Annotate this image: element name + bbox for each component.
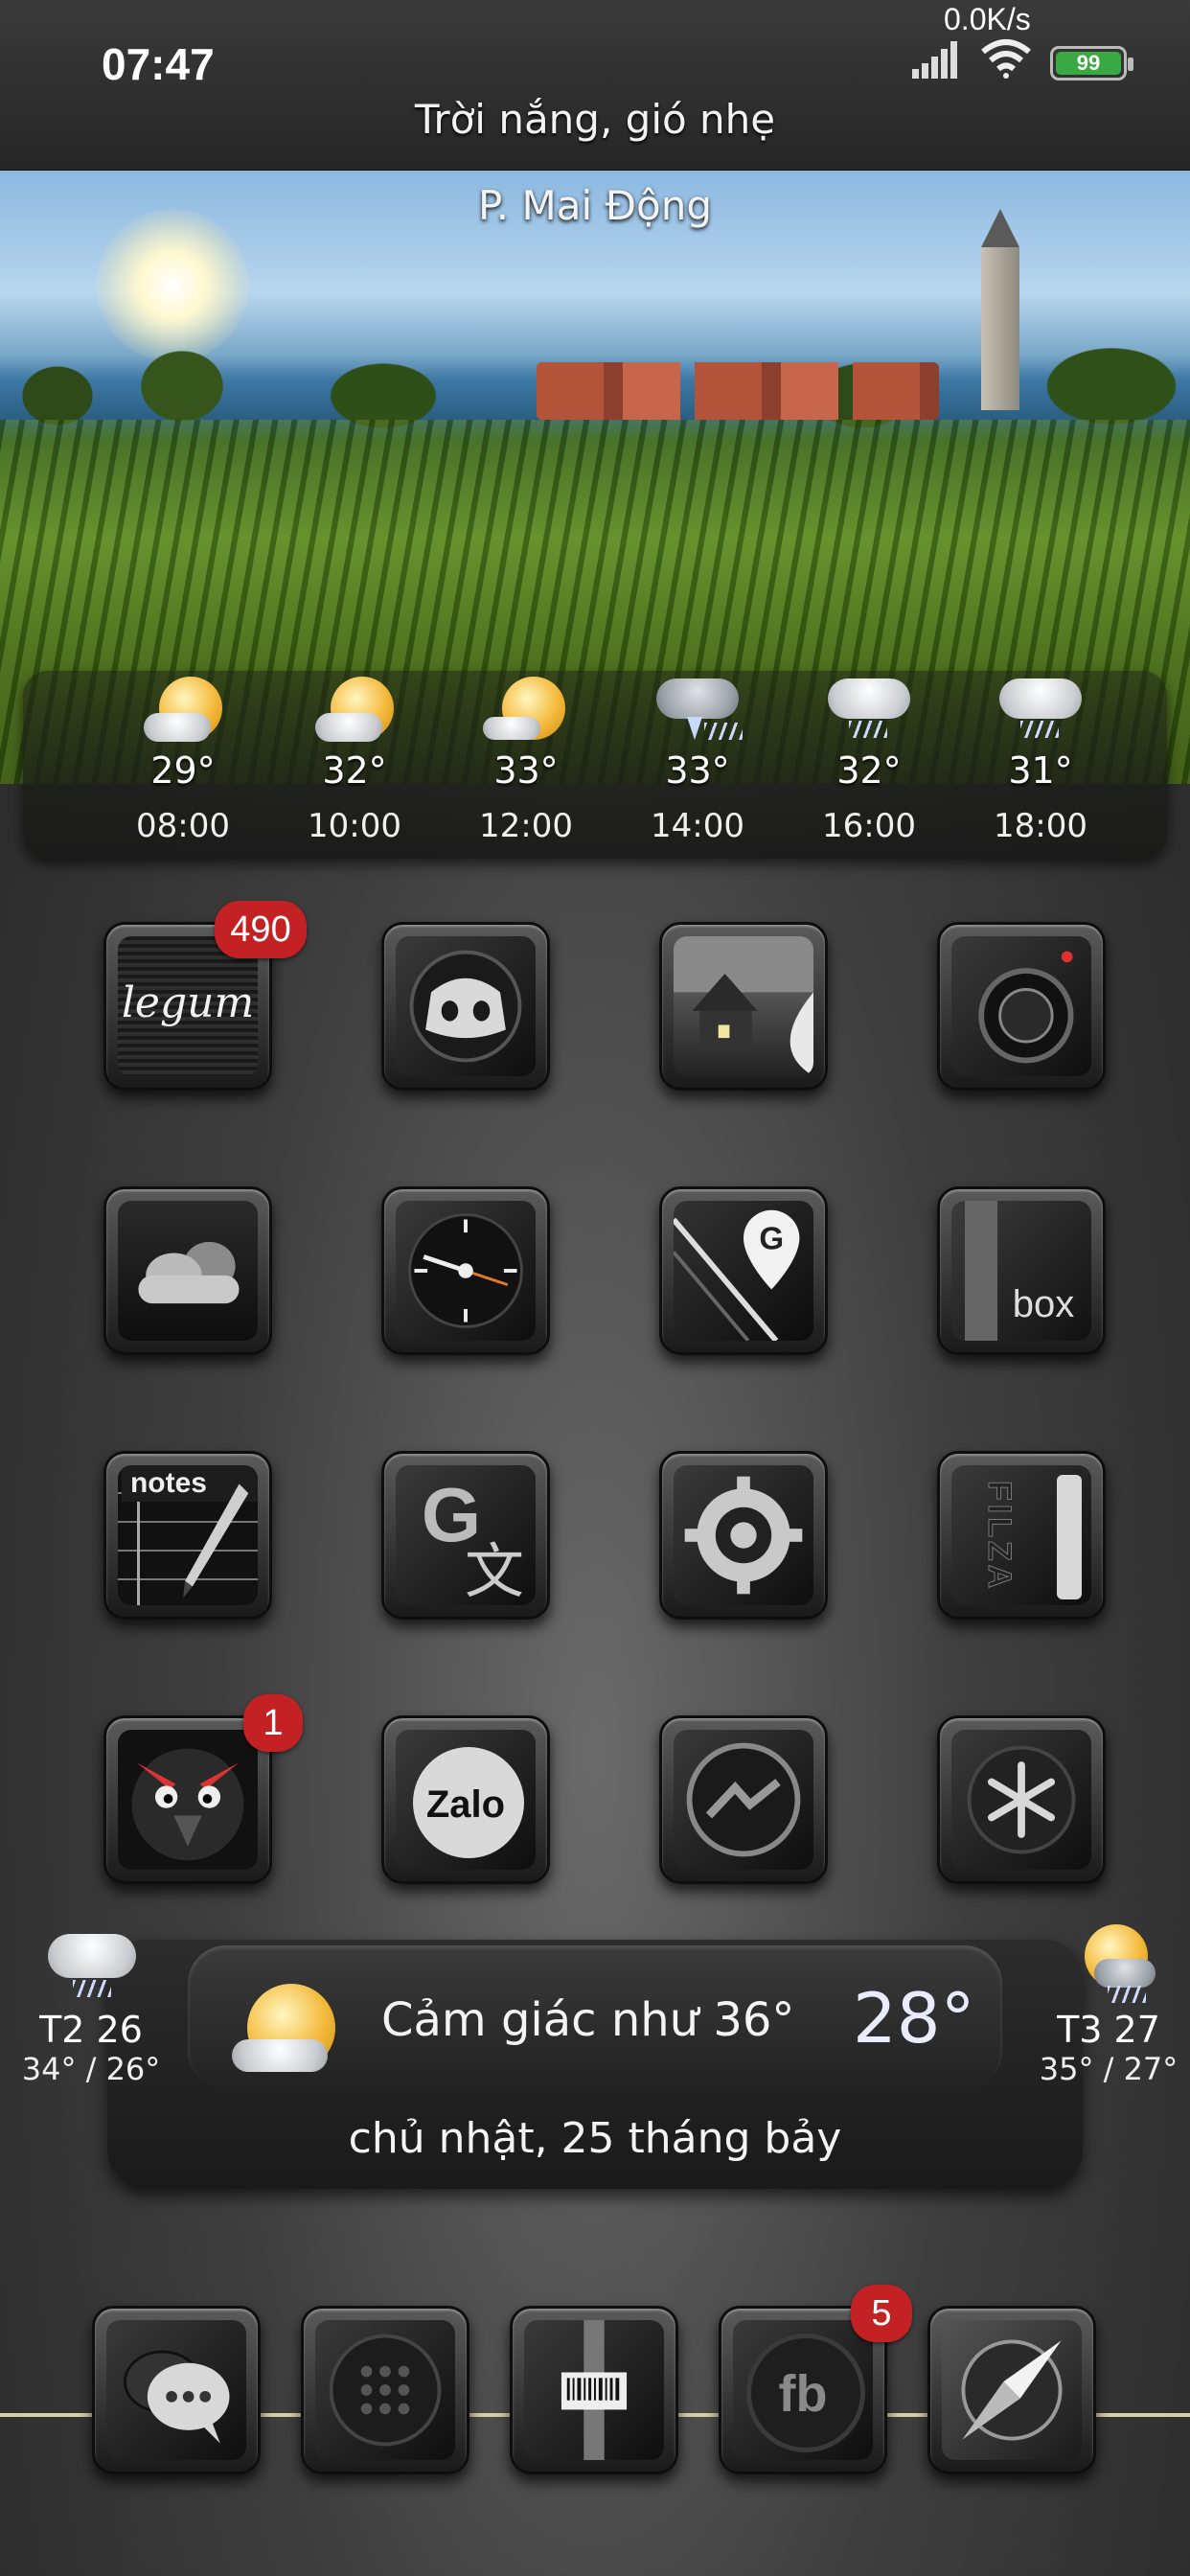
barcode-icon bbox=[561, 2320, 628, 2460]
hourly-item: 33° 12:00 bbox=[454, 671, 598, 845]
discord-app[interactable] bbox=[381, 922, 550, 1091]
hourly-item: 29° 08:00 bbox=[111, 671, 255, 845]
camera-shutter-icon bbox=[978, 951, 1074, 1064]
google-translate-app[interactable]: G 文 bbox=[381, 1451, 550, 1620]
weather-condition: Trời nắng, gió nhẹ bbox=[414, 96, 776, 143]
pen-icon bbox=[183, 1484, 249, 1598]
filza-app[interactable]: FILZA bbox=[937, 1451, 1106, 1620]
forecast-day-right: T3 27 35° / 27° bbox=[1018, 1924, 1190, 2087]
wallpaper-app[interactable] bbox=[659, 922, 828, 1091]
sun-cloud-icon bbox=[302, 671, 407, 748]
village-roofs bbox=[537, 362, 939, 420]
rain-cloud-icon bbox=[38, 1924, 144, 2005]
sun-cloud-icon bbox=[228, 1976, 353, 2082]
translate-glyph-icon: 文 bbox=[464, 1536, 524, 1605]
snowflake-app[interactable] bbox=[937, 1715, 1106, 1884]
settings-app[interactable] bbox=[659, 1451, 828, 1620]
thunderstorm-icon bbox=[645, 671, 750, 748]
angry-bird-notification-badge: 1 bbox=[243, 1694, 303, 1752]
battery-level: 99 bbox=[1056, 52, 1121, 75]
hourly-forecast[interactable]: 29° 08:00 32° 10:00 33° 12:00 33° 14:00 … bbox=[23, 671, 1167, 859]
cellular-signal-icon bbox=[912, 41, 957, 79]
hourly-item: 32° 16:00 bbox=[797, 671, 941, 845]
facebook-notification-badge: 5 bbox=[851, 2285, 912, 2342]
forecast-day-left: T2 26 34° / 26° bbox=[0, 1924, 182, 2087]
zalo-app[interactable]: Zalo bbox=[381, 1715, 550, 1884]
svg-text:G: G bbox=[759, 1222, 784, 1257]
snowflake-icon bbox=[967, 1745, 1076, 1854]
barcode-scanner-app[interactable] bbox=[510, 2306, 678, 2474]
rain-cloud-icon bbox=[816, 671, 922, 748]
cloud-icon bbox=[138, 1241, 240, 1304]
battery-icon: 99 bbox=[1050, 46, 1133, 80]
haunted-house-icon bbox=[674, 936, 813, 1076]
camera-app[interactable] bbox=[937, 922, 1106, 1091]
google-maps-app[interactable]: G bbox=[659, 1186, 828, 1355]
network-speed: 0.0K/s bbox=[944, 2, 1031, 36]
top-header: 07:47 0.0K/s 99 Trời nắng, gió nhẹ bbox=[0, 0, 1190, 172]
status-time: 07:47 bbox=[102, 39, 215, 89]
notes-app[interactable]: notes bbox=[103, 1451, 272, 1620]
box-logo-text: box bbox=[1012, 1283, 1075, 1325]
discord-icon bbox=[409, 950, 522, 1063]
safari-app[interactable] bbox=[927, 2306, 1096, 2474]
clock-icon bbox=[408, 1213, 523, 1328]
current-temperature: 28° bbox=[853, 1978, 975, 2058]
hourly-item: 32° 10:00 bbox=[283, 671, 426, 845]
messenger-bolt-icon bbox=[686, 1742, 801, 1857]
clock-app[interactable] bbox=[381, 1186, 550, 1355]
sun-rain-cloud-icon bbox=[1056, 1924, 1161, 2005]
gear-icon bbox=[684, 1476, 803, 1595]
box-app[interactable]: box bbox=[937, 1186, 1106, 1355]
feels-like-text: Cảm giác như 36° bbox=[381, 1993, 795, 2047]
wifi-icon bbox=[981, 39, 1031, 79]
location-name: P. Mai Động bbox=[477, 182, 712, 229]
messenger-app[interactable] bbox=[659, 1715, 828, 1884]
phone-keypad-icon bbox=[329, 2334, 442, 2447]
legum-logo-text: legum bbox=[121, 978, 255, 1027]
messages-app[interactable] bbox=[92, 2306, 261, 2474]
sun-cloud-icon bbox=[130, 671, 236, 748]
hourly-item: 33° 14:00 bbox=[626, 671, 769, 845]
zalo-label: Zalo bbox=[425, 1783, 506, 1826]
map-pin-icon: G bbox=[674, 1209, 800, 1341]
chat-bubble-icon bbox=[124, 2350, 230, 2444]
compass-icon bbox=[961, 2339, 1063, 2441]
filza-label: FILZA bbox=[981, 1480, 1018, 1593]
church-tower bbox=[981, 209, 1019, 410]
phone-app[interactable] bbox=[301, 2306, 469, 2474]
facebook-label: fb bbox=[778, 2365, 828, 2423]
angry-bird-icon bbox=[131, 1748, 244, 1861]
date-text: chủ nhật, 25 tháng bảy bbox=[348, 2114, 842, 2163]
hourly-item: 31° 18:00 bbox=[969, 671, 1112, 845]
legum-notification-badge: 490 bbox=[215, 901, 307, 958]
sun-cloud-icon bbox=[473, 671, 579, 748]
rain-cloud-icon bbox=[988, 671, 1093, 748]
weather-app[interactable] bbox=[103, 1186, 272, 1355]
